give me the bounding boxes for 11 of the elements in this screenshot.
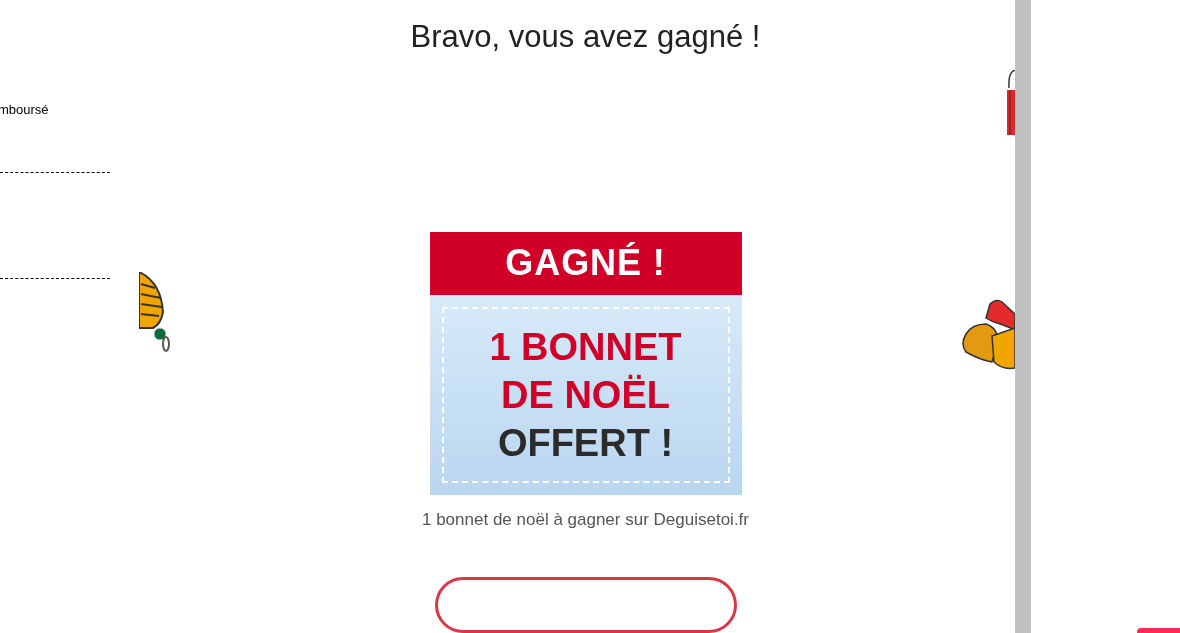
scrollbar[interactable] [1015,0,1031,633]
prize-text: DE NOËL [501,372,670,418]
corner-tab[interactable] [1137,628,1180,633]
action-button[interactable] [434,577,737,633]
bells-icon [962,298,1015,370]
header-text: GAGNÉ ! [505,241,666,285]
prize-text: OFFERT ! [497,420,674,466]
prize-caption: 1 bonnet de noël à gagner sur Deguisetoi.fr [422,508,749,531]
ornament-icon [139,272,173,352]
prize-text: 1 BONNET [489,324,682,370]
page-title: Bravo, vous avez gagné ! [410,18,761,56]
